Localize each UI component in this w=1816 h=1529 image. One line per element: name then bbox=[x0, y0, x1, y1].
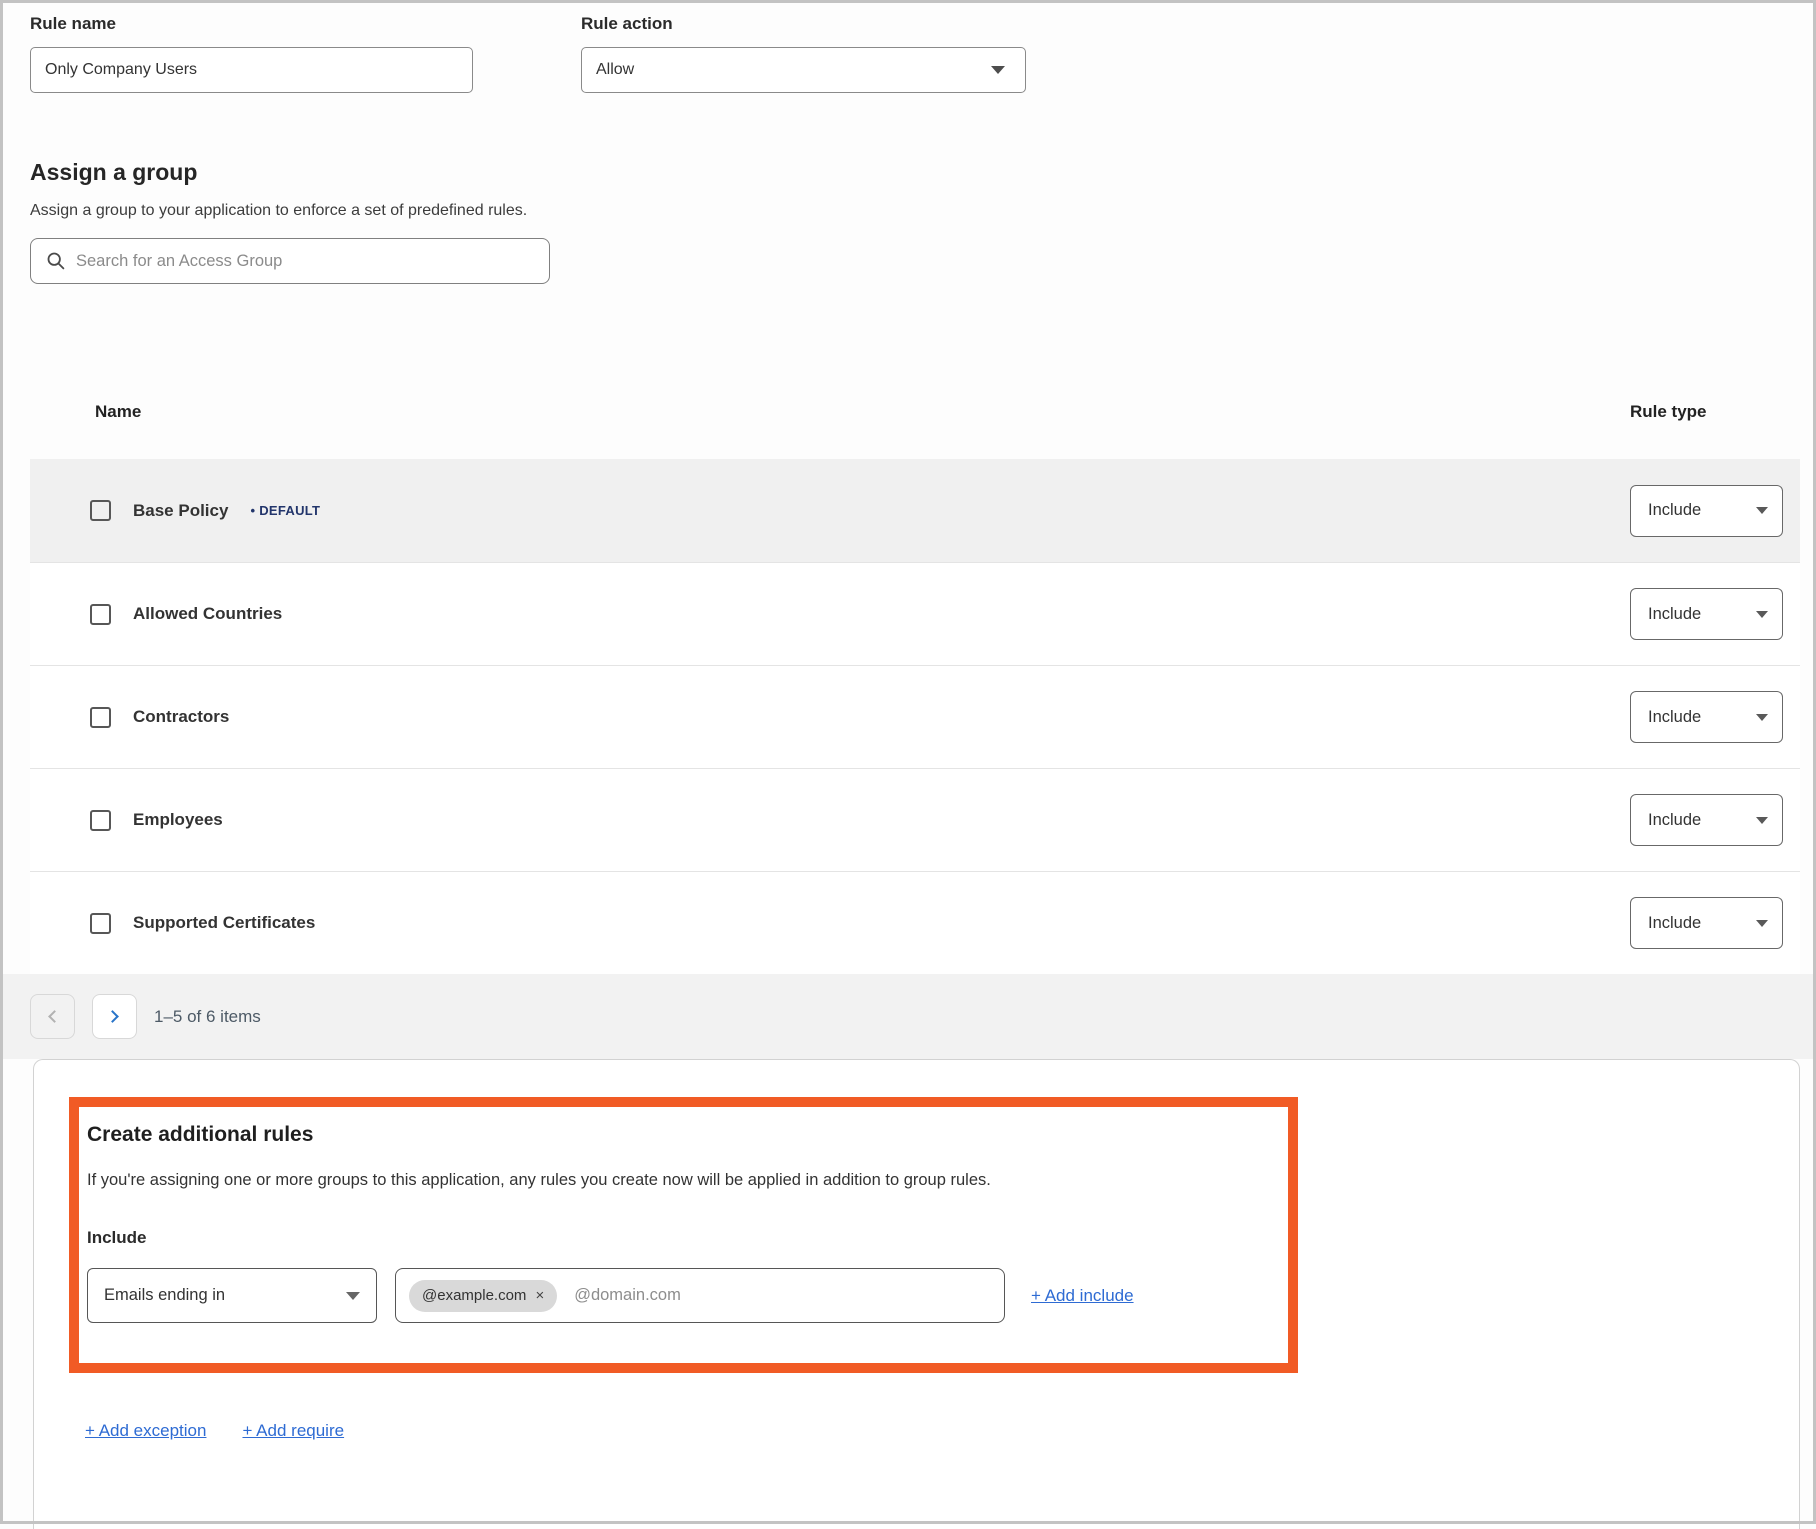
chevron-down-icon bbox=[1756, 507, 1768, 514]
include-rule-row: Emails ending in @example.com × @domain.… bbox=[87, 1268, 1264, 1323]
email-domain-chip: @example.com × bbox=[409, 1280, 557, 1312]
rule-type-select[interactable]: Include bbox=[1630, 588, 1783, 640]
rule-type-value: Include bbox=[1648, 708, 1701, 727]
create-additional-rules-description: If you're assigning one or more groups t… bbox=[87, 1171, 1264, 1190]
rule-name-field-group: Rule name bbox=[30, 14, 473, 93]
rule-selector-select[interactable]: Emails ending in bbox=[87, 1268, 377, 1323]
additional-rules-card: Create additional rules If you're assign… bbox=[33, 1059, 1800, 1529]
table-pagination: 1–5 of 6 items bbox=[0, 974, 1816, 1059]
access-policy-page: Rule name Rule action Allow Assign a gro… bbox=[0, 0, 1816, 1529]
chevron-down-icon bbox=[991, 66, 1005, 74]
add-exception-link[interactable]: + Add exception bbox=[85, 1421, 206, 1441]
table-row: Base Policy • DEFAULT Include bbox=[30, 459, 1800, 562]
pagination-next-button[interactable] bbox=[92, 994, 137, 1039]
include-label: Include bbox=[87, 1228, 1264, 1248]
add-include-link[interactable]: + Add include bbox=[1031, 1286, 1134, 1306]
table-row: Allowed Countries Include bbox=[30, 562, 1800, 665]
table-row: Supported Certificates Include bbox=[30, 871, 1800, 974]
chevron-down-icon bbox=[346, 1292, 360, 1300]
row-checkbox-employees[interactable] bbox=[90, 810, 111, 831]
group-name: Supported Certificates bbox=[133, 913, 315, 933]
chevron-left-icon bbox=[48, 1010, 61, 1023]
rule-action-select[interactable]: Allow bbox=[581, 47, 1026, 93]
group-name: Allowed Countries bbox=[133, 604, 282, 624]
rule-type-select[interactable]: Include bbox=[1630, 691, 1783, 743]
chevron-down-icon bbox=[1756, 714, 1768, 721]
email-domain-placeholder: @domain.com bbox=[574, 1286, 681, 1305]
table-row: Employees Include bbox=[30, 768, 1800, 871]
group-name: Employees bbox=[133, 810, 223, 830]
chevron-down-icon bbox=[1756, 817, 1768, 824]
email-domain-input[interactable]: @example.com × @domain.com bbox=[395, 1268, 1005, 1323]
row-checkbox-contractors[interactable] bbox=[90, 707, 111, 728]
rule-selector-value: Emails ending in bbox=[104, 1286, 225, 1305]
rule-form: Rule name Rule action Allow bbox=[30, 14, 1800, 93]
create-additional-rules-highlight: Create additional rules If you're assign… bbox=[69, 1097, 1298, 1373]
pagination-status: 1–5 of 6 items bbox=[154, 1007, 261, 1027]
column-header-name: Name bbox=[30, 402, 1630, 422]
assign-group-description: Assign a group to your application to en… bbox=[30, 202, 1800, 220]
group-name: Contractors bbox=[133, 707, 229, 727]
rule-type-value: Include bbox=[1648, 605, 1701, 624]
access-group-search[interactable] bbox=[30, 238, 550, 284]
rule-name-label: Rule name bbox=[30, 14, 473, 34]
column-header-rule-type: Rule type bbox=[1630, 402, 1800, 422]
table-row: Contractors Include bbox=[30, 665, 1800, 768]
rule-type-select[interactable]: Include bbox=[1630, 897, 1783, 949]
assign-group-title: Assign a group bbox=[30, 159, 1800, 186]
table-header: Name Rule type bbox=[30, 364, 1800, 459]
rule-name-input[interactable] bbox=[30, 47, 473, 93]
chevron-down-icon bbox=[1756, 920, 1768, 927]
rule-type-value: Include bbox=[1648, 914, 1701, 933]
search-input[interactable] bbox=[76, 252, 549, 271]
chip-remove-icon[interactable]: × bbox=[535, 1288, 544, 1303]
footer-links: + Add exception + Add require bbox=[85, 1421, 1799, 1441]
default-badge: • DEFAULT bbox=[250, 503, 320, 518]
rule-type-value: Include bbox=[1648, 811, 1701, 830]
rule-type-select[interactable]: Include bbox=[1630, 794, 1783, 846]
row-checkbox-base-policy[interactable] bbox=[90, 500, 111, 521]
rule-type-value: Include bbox=[1648, 501, 1701, 520]
rule-action-value: Allow bbox=[596, 61, 634, 79]
row-checkbox-allowed-countries[interactable] bbox=[90, 604, 111, 625]
rule-action-field-group: Rule action Allow bbox=[581, 14, 1026, 93]
add-require-link[interactable]: + Add require bbox=[242, 1421, 344, 1441]
create-additional-rules-title: Create additional rules bbox=[87, 1123, 1264, 1147]
row-checkbox-supported-certificates[interactable] bbox=[90, 913, 111, 934]
search-icon bbox=[46, 251, 66, 271]
access-groups-table: Name Rule type Base Policy • DEFAULT Inc… bbox=[30, 364, 1800, 974]
rule-type-select[interactable]: Include bbox=[1630, 485, 1783, 537]
pagination-prev-button[interactable] bbox=[30, 994, 75, 1039]
chevron-down-icon bbox=[1756, 611, 1768, 618]
chevron-right-icon bbox=[106, 1010, 119, 1023]
rule-action-label: Rule action bbox=[581, 14, 1026, 34]
group-name: Base Policy bbox=[133, 501, 228, 521]
chip-label: @example.com bbox=[422, 1287, 526, 1304]
